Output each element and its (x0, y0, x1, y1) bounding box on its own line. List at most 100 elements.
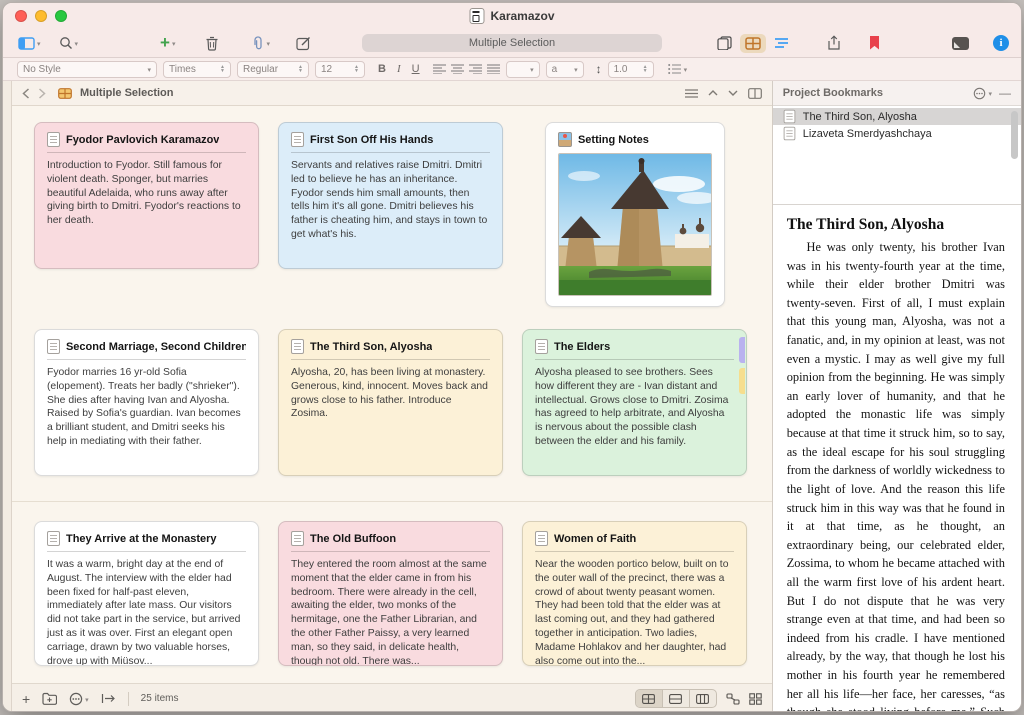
bookmark-label: Lizaveta Smerdyashchaya (802, 127, 932, 140)
columns-mode-button[interactable] (690, 690, 716, 707)
card-title: First Son Off His Hands (309, 133, 434, 146)
format-bar: No Style ▾ Times ▲ ▼ Regular ▲ ▼ 12 ▲ ▼ B I… (3, 58, 1021, 81)
arrange-grid-button[interactable] (748, 692, 762, 705)
corkboard-mini-icon (58, 87, 72, 99)
list-style-button[interactable]: ▾ (667, 64, 687, 74)
editor-pane: Multiple Selection Fyodor Pavlovich Kara… (11, 81, 772, 711)
forward-button[interactable] (38, 87, 46, 99)
toolbar-selection-field: Multiple Selection (362, 34, 662, 52)
inspect-attachments-button[interactable]: ▾ (248, 34, 273, 53)
plus-icon: + (160, 33, 170, 52)
search-button[interactable]: ▾ (56, 34, 82, 52)
card-body: Servants and relatives raise Dmitri. Dmi… (290, 160, 488, 241)
card-title: Second Marriage, Second Children (65, 340, 246, 353)
highlight-color-well[interactable]: a ▾ (545, 60, 584, 78)
send-to-editor-button[interactable] (101, 693, 116, 704)
compose-mode-button[interactable] (952, 36, 969, 50)
style-select[interactable]: No Style ▾ (17, 60, 157, 78)
share-button[interactable] (827, 35, 841, 51)
bold-button[interactable]: B (375, 63, 389, 75)
card-body: They entered the room almost at the same… (290, 559, 487, 666)
font-size-select[interactable]: 12 ▲ ▼ (315, 60, 365, 78)
preview-title: The Third Son, Alyosha (786, 216, 945, 233)
font-value: Times (169, 63, 196, 75)
index-card[interactable]: The Old Buffoon They entered the room al… (277, 521, 503, 666)
window-title: Karamazov (490, 9, 555, 23)
editor-menu-button[interactable] (684, 88, 698, 98)
index-card[interactable]: Fyodor Pavlovich Karamazov Introduction … (33, 122, 259, 269)
label-tab (738, 368, 745, 394)
minimize-button[interactable] (35, 10, 47, 22)
scrollbar-thumb[interactable] (1010, 111, 1018, 159)
italic-button[interactable]: I (394, 63, 404, 75)
card-body: Alyosha, 20, has been living at monaster… (290, 367, 488, 420)
document-icon (783, 126, 796, 141)
chevron-down-icon: ▾ (171, 41, 176, 48)
corkboard[interactable]: Fyodor Pavlovich Karamazov Introduction … (11, 106, 772, 683)
index-card-photo[interactable]: Setting Notes (544, 122, 725, 307)
chevron-down-icon: ▾ (988, 91, 992, 98)
title-bar: Karamazov (3, 3, 1021, 29)
previous-document-button[interactable] (708, 90, 718, 96)
editor-header: Multiple Selection (11, 81, 772, 106)
bookmark-item[interactable]: The Third Son, Alyosha (772, 108, 1021, 125)
underline-button[interactable]: U (409, 63, 423, 75)
scrivenings-icon (717, 36, 732, 50)
grid-mode-button[interactable] (635, 690, 663, 707)
align-center-button[interactable] (450, 64, 464, 74)
index-card[interactable]: The Third Son, Alyosha Alyosha, 20, has … (277, 329, 503, 476)
bookmarks-button[interactable] (869, 36, 880, 50)
corkboard-view-button[interactable] (740, 33, 766, 53)
bookmarks-options-button[interactable]: ▾ (973, 87, 992, 100)
document-icon (46, 132, 60, 147)
inspector-bookmarks-panel: Project Bookmarks ▾ — The Third Son, Aly… (771, 81, 1021, 711)
scrivener-window: Karamazov ▾ ▾ + ▾ ▾ Multiple Selection i… (2, 2, 1022, 712)
bookmark-item[interactable]: Lizaveta Smerdyashchaya (773, 125, 1021, 142)
trash-button[interactable] (202, 34, 222, 53)
rows-mode-button[interactable] (663, 690, 690, 707)
inspector-button[interactable]: i (993, 35, 1009, 51)
index-card[interactable]: Second Marriage, Second Children Fyodor … (33, 329, 259, 476)
close-button[interactable] (15, 10, 27, 22)
align-justify-button[interactable] (486, 64, 500, 74)
chevron-down-icon: ▾ (74, 41, 79, 48)
index-card[interactable]: First Son Off His Hands Servants and rel… (277, 122, 503, 269)
back-button[interactable] (22, 87, 30, 99)
corkboard-mode-segmented-control (634, 689, 717, 708)
next-document-button[interactable] (728, 90, 738, 96)
outline-view-button[interactable] (774, 37, 789, 49)
align-left-button[interactable] (432, 64, 446, 74)
card-options-button[interactable]: ▾ (69, 692, 89, 706)
app-icon (469, 8, 485, 24)
scrivenings-view-button[interactable] (717, 36, 732, 50)
index-card[interactable]: Women of Faith Near the wooden portico b… (521, 521, 747, 666)
zoom-button[interactable] (55, 10, 67, 22)
split-editor-button[interactable] (747, 87, 762, 99)
binder-toggle-button[interactable]: ▾ (15, 35, 44, 52)
stepper-icon: ▲ ▼ (220, 64, 225, 74)
add-document-button[interactable]: + (22, 692, 30, 706)
align-right-button[interactable] (468, 64, 482, 74)
freeform-toggle-button[interactable] (726, 692, 740, 705)
size-value: 12 (321, 63, 333, 75)
document-icon (290, 339, 304, 354)
bookmarks-list: The Third Son, Alyosha Lizaveta Smerdyas… (772, 106, 1021, 205)
card-body: Alyosha pleased to see brothers. Sees ho… (534, 367, 729, 448)
add-item-button[interactable]: + ▾ (157, 33, 178, 52)
index-card[interactable]: They Arrive at the Monastery It was a wa… (33, 521, 259, 666)
font-select[interactable]: Times ▲ ▼ (163, 60, 231, 78)
document-icon (290, 132, 304, 147)
outline-icon (775, 38, 788, 48)
window-title-group: Karamazov (469, 8, 555, 24)
line-spacing-select[interactable]: 1.0 ▲ ▼ (607, 60, 654, 78)
compose-button[interactable] (293, 34, 315, 53)
add-folder-button[interactable] (42, 692, 58, 705)
chevron-down-icon: ▾ (147, 67, 151, 74)
selection-label: Multiple Selection (468, 37, 556, 49)
text-color-well[interactable]: ▾ (505, 60, 540, 78)
style-value: No Style (23, 63, 61, 75)
remove-bookmark-button[interactable]: — (999, 87, 1011, 99)
ellipsis-circle-icon (69, 692, 83, 705)
index-card[interactable]: The Elders Alyosha pleased to see brothe… (521, 329, 747, 476)
font-weight-select[interactable]: Regular ▲ ▼ (237, 60, 309, 78)
